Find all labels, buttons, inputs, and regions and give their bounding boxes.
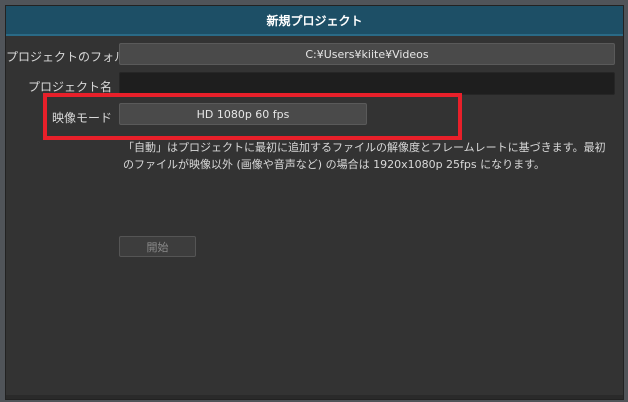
video-mode-label: 映像モード (51, 111, 112, 125)
new-project-dialog: 新規プロジェクト プロジェクトのフォルダ C:¥Users¥kiite¥Vide… (5, 5, 624, 400)
video-mode-description: 「自動」はプロジェクトに最初に追加するファイルの解像度とフレームレートに基づきま… (123, 141, 606, 171)
project-folder-button[interactable]: C:¥Users¥kiite¥Videos (119, 43, 615, 65)
project-name-label: プロジェクト名 (27, 80, 112, 94)
app-backdrop: 新規プロジェクト プロジェクトのフォルダ C:¥Users¥kiite¥Vide… (0, 0, 628, 402)
dialog-bottom-edge (6, 395, 623, 399)
start-button[interactable]: 開始 (119, 236, 196, 257)
project-folder-label: プロジェクトのフォルダ (6, 50, 139, 64)
dialog-title: 新規プロジェクト (6, 6, 623, 36)
video-mode-button[interactable]: HD 1080p 60 fps (119, 103, 367, 125)
project-name-input[interactable] (119, 72, 615, 95)
